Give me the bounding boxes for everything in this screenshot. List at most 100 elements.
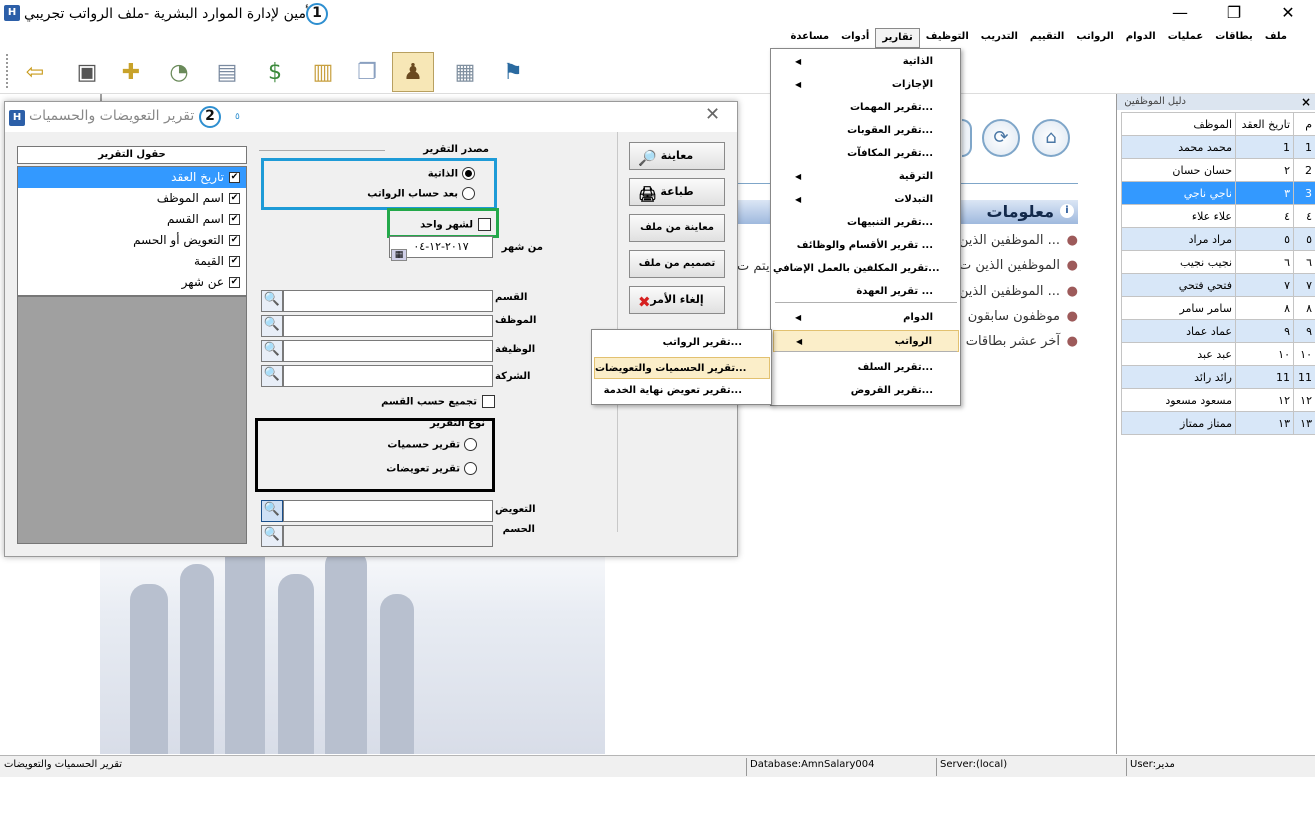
employee-name-cell[interactable]: سامر سامر xyxy=(1121,296,1236,320)
search-icon[interactable]: 🔍 xyxy=(261,365,283,387)
reports-menu-item[interactable]: تقرير العهدة ... xyxy=(773,281,959,303)
menu-recruitment[interactable]: التوظيف xyxy=(920,28,975,48)
submenu-item-end-of-service[interactable]: تقرير تعويض نهاية الخدمة... xyxy=(594,380,770,402)
field-item[interactable]: تاريخ العقد ✔ xyxy=(18,167,246,188)
column-header-contract-date[interactable]: تاريخ العقد xyxy=(1235,112,1294,136)
design-from-file-button[interactable]: تصميم من ملف xyxy=(629,250,725,278)
table-row[interactable]: ١٠ ١٠ عبد عبد xyxy=(1121,342,1315,366)
checkbox-checked-icon[interactable]: ✔ xyxy=(229,235,240,246)
print-button[interactable]: 🖨 طباعة xyxy=(629,178,725,206)
column-header-number[interactable]: م xyxy=(1293,112,1315,136)
employee-name-cell[interactable]: علاء علاء xyxy=(1121,204,1236,228)
search-icon[interactable]: 🔍 xyxy=(261,315,283,337)
row-number-cell[interactable]: ٨ xyxy=(1293,296,1315,320)
menu-cards[interactable]: بطاقات xyxy=(1209,28,1259,48)
submenu-item-deductions-compensations[interactable]: تقرير الحسميات والتعويضات... xyxy=(594,357,770,379)
calculator-icon[interactable]: ▦ xyxy=(444,52,486,92)
contract-date-cell[interactable]: ١٠ xyxy=(1235,342,1294,366)
reports-menu-item[interactable]: تقرير السلف... xyxy=(773,357,959,379)
contract-date-cell[interactable]: 11 xyxy=(1235,365,1294,389)
group-by-department-option[interactable]: تجميع حسب القسم xyxy=(375,395,495,408)
table-row[interactable]: ٨ ٨ سامر سامر xyxy=(1121,296,1315,320)
contract-date-cell[interactable]: ٩ xyxy=(1235,319,1294,343)
reports-menu-item[interactable]: تقرير المكلفين بالعمل الإضافي... xyxy=(773,258,959,280)
checkbox-checked-icon[interactable]: ✔ xyxy=(229,277,240,288)
checkbox-checked-icon[interactable]: ✔ xyxy=(229,214,240,225)
search-icon[interactable]: 🔍 xyxy=(261,290,283,312)
reports-menu-item[interactable]: تقرير الأقسام والوظائف ... xyxy=(773,235,959,257)
reports-menu-item[interactable]: الترقية ◀ xyxy=(773,166,959,188)
reports-menu-item[interactable]: الإجازات ◀ xyxy=(773,74,959,96)
employee-name-cell[interactable]: رائد رائد xyxy=(1121,365,1236,389)
books-icon[interactable]: ▥ xyxy=(302,52,344,92)
table-row[interactable]: ٤ ٤ علاء علاء xyxy=(1121,204,1315,228)
calendar-icon[interactable]: ▦ xyxy=(391,249,407,261)
employee-name-cell[interactable]: عبد عبد xyxy=(1121,342,1236,366)
field-item[interactable]: التعويض أو الحسم ✔ xyxy=(18,230,246,251)
preview-from-file-button[interactable]: معاينة من ملف xyxy=(629,214,725,242)
salary-money-icon[interactable]: $ xyxy=(254,52,296,92)
column-header-employee[interactable]: الموظف xyxy=(1121,112,1236,136)
row-number-cell[interactable]: ١٠ xyxy=(1293,342,1315,366)
reports-menu-item[interactable]: تقرير المهمات... xyxy=(773,97,959,119)
employee-name-cell[interactable]: محمد محمد xyxy=(1121,135,1236,159)
attendance-icon[interactable]: ✚ xyxy=(110,52,152,92)
employee-card-icon[interactable]: ▣ xyxy=(66,52,108,92)
minimize-button[interactable]: — xyxy=(1153,0,1207,26)
row-number-cell[interactable]: 11 xyxy=(1293,365,1315,389)
menu-reports[interactable]: تقارير xyxy=(875,28,920,48)
contract-date-cell[interactable]: ٧ xyxy=(1235,273,1294,297)
checkbox-checked-icon[interactable]: ✔ xyxy=(229,172,240,183)
menu-training[interactable]: التدريب xyxy=(975,28,1024,48)
contract-date-cell[interactable]: ٥ xyxy=(1235,227,1294,251)
table-row[interactable]: 1 1 محمد محمد xyxy=(1121,135,1315,159)
reports-menu-item[interactable]: التبدلات ◀ xyxy=(773,189,959,211)
partial-circle-icon[interactable] xyxy=(962,119,972,157)
table-row[interactable]: ٥ ٥ مراد مراد xyxy=(1121,227,1315,251)
row-number-cell[interactable]: 2 xyxy=(1293,158,1315,182)
row-number-cell[interactable]: ٦ xyxy=(1293,250,1315,274)
single-month-option[interactable]: لشهر واحد xyxy=(395,218,491,231)
field-item[interactable]: عن شهر ✔ xyxy=(18,272,246,293)
cancel-button[interactable]: ✖ إلغاء الأمر xyxy=(629,286,725,314)
field-item[interactable]: القيمة ✔ xyxy=(18,251,246,272)
reports-menu-item[interactable]: الدوام ◀ xyxy=(773,307,959,329)
source-option-after-salary[interactable]: بعد حساب الرواتب xyxy=(335,187,475,200)
bookmark-icon[interactable]: ⚑ xyxy=(492,52,534,92)
menu-salaries[interactable]: الرواتب xyxy=(1070,28,1119,48)
checkbox-checked-icon[interactable]: ✔ xyxy=(229,193,240,204)
contract-date-cell[interactable]: ٤ xyxy=(1235,204,1294,228)
report-type-compensations[interactable]: تقرير تعويضات xyxy=(365,462,477,475)
maximize-button[interactable]: ❐ xyxy=(1207,0,1261,26)
menu-evaluation[interactable]: التقييم xyxy=(1024,28,1070,48)
panel-close-icon[interactable]: × xyxy=(1301,95,1311,109)
reports-menu-item[interactable]: الذاتية ◀ xyxy=(773,51,959,73)
row-number-cell[interactable]: 3 xyxy=(1293,181,1315,205)
contract-date-cell[interactable]: ٨ xyxy=(1235,296,1294,320)
menu-tools[interactable]: أدوات xyxy=(835,28,875,48)
reports-menu-item[interactable]: الرواتب ◀ xyxy=(773,330,959,352)
documents-icon[interactable]: ❐ xyxy=(346,52,388,92)
contract-date-cell[interactable]: ٣ xyxy=(1235,181,1294,205)
contract-date-cell[interactable]: ١٢ xyxy=(1235,388,1294,412)
reports-menu-item[interactable]: تقرير القروض... xyxy=(773,380,959,402)
dialog-close-icon[interactable]: ✕ xyxy=(705,104,720,125)
search-icon[interactable]: 🔍 xyxy=(261,500,283,522)
source-option-own[interactable]: الذاتية xyxy=(335,167,475,180)
table-row[interactable]: ٧ ٧ فتحي فتحي xyxy=(1121,273,1315,297)
contract-date-cell[interactable]: ٦ xyxy=(1235,250,1294,274)
employee-name-cell[interactable]: نجيب نجيب xyxy=(1121,250,1236,274)
table-row[interactable]: ١٢ ١٢ مسعود مسعود xyxy=(1121,388,1315,412)
exit-icon[interactable]: ⇦ xyxy=(14,52,56,92)
table-row[interactable]: 11 11 رائد رائد xyxy=(1121,365,1315,389)
employee-input[interactable] xyxy=(283,315,493,337)
refresh-icon[interactable]: ⟳ xyxy=(982,119,1020,157)
search-icon[interactable]: 🔍 xyxy=(261,525,283,547)
table-row[interactable]: 3 ٣ ناجي ناجي xyxy=(1121,181,1315,205)
employee-name-cell[interactable]: مسعود مسعود xyxy=(1121,388,1236,412)
row-number-cell[interactable]: ٤ xyxy=(1293,204,1315,228)
preview-button[interactable]: 🔎 معاينة xyxy=(629,142,725,170)
contract-date-cell[interactable]: ١٣ xyxy=(1235,411,1294,435)
calendar-clock-icon[interactable]: ▤ xyxy=(206,52,248,92)
menu-help[interactable]: مساعدة xyxy=(784,28,835,48)
